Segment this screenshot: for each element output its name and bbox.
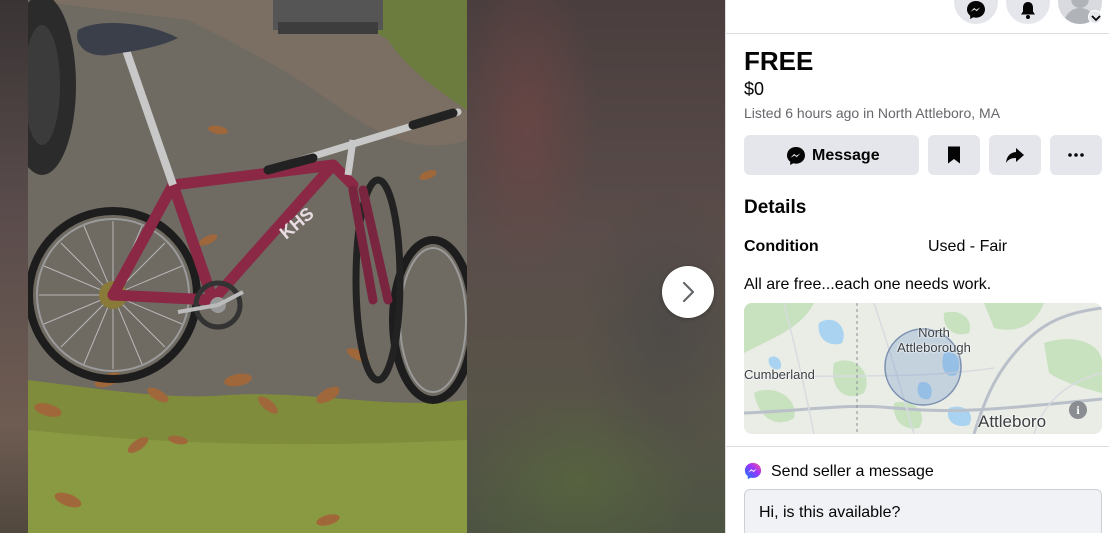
map-label-north-text: North Attleborough: [897, 325, 971, 355]
messenger-icon: [787, 147, 805, 165]
condition-value: Used - Fair: [928, 238, 1008, 255]
bookmark-icon: [948, 146, 960, 164]
location-map[interactable]: North Attleborough Cumberland Attleboro …: [744, 303, 1102, 434]
map-label-cumberland: Cumberland: [744, 367, 815, 382]
notifications-button[interactable]: [1006, 0, 1050, 24]
save-listing-button[interactable]: [928, 135, 980, 175]
more-icon: [1068, 153, 1084, 157]
seller-message-input[interactable]: [744, 489, 1102, 533]
listing-description: All are free...each one needs work.: [744, 276, 992, 293]
send-seller-message-heading: Send seller a message: [771, 463, 934, 480]
listing-title: FREE: [744, 46, 814, 76]
message-button-label: Message: [812, 147, 880, 164]
listing-details-panel: FREE $0 Listed 6 hours ago in North Attl…: [725, 0, 1109, 533]
map-label-attleboro: Attleboro: [978, 412, 1047, 431]
details-heading: Details: [744, 197, 807, 218]
map-label-north-attleborough: North Attleborough: [892, 325, 976, 355]
map-info-icon[interactable]: i: [1069, 401, 1087, 419]
top-bar: [726, 0, 1109, 34]
messenger-icon: [744, 462, 762, 480]
listing-price: $0: [744, 79, 765, 99]
message-seller-button[interactable]: Message: [744, 135, 919, 175]
account-menu-caret[interactable]: [1088, 10, 1102, 24]
condition-label: Condition: [744, 238, 819, 255]
listing-photo-bicycle: KHS: [28, 0, 467, 533]
section-divider: [726, 446, 1109, 447]
messenger-icon: [967, 1, 985, 19]
messenger-button[interactable]: [954, 0, 998, 24]
next-photo-button[interactable]: [662, 266, 714, 318]
chevron-right-icon: [682, 281, 695, 303]
chevron-down-icon: [1091, 15, 1101, 22]
bell-icon: [1021, 2, 1035, 19]
share-icon: [1006, 148, 1024, 163]
more-options-button[interactable]: [1050, 135, 1102, 175]
blurred-background-left: [0, 0, 28, 533]
share-listing-button[interactable]: [989, 135, 1041, 175]
media-viewer: KHS: [0, 0, 725, 533]
listing-location-time: Listed 6 hours ago in North Attleboro, M…: [744, 105, 1001, 121]
